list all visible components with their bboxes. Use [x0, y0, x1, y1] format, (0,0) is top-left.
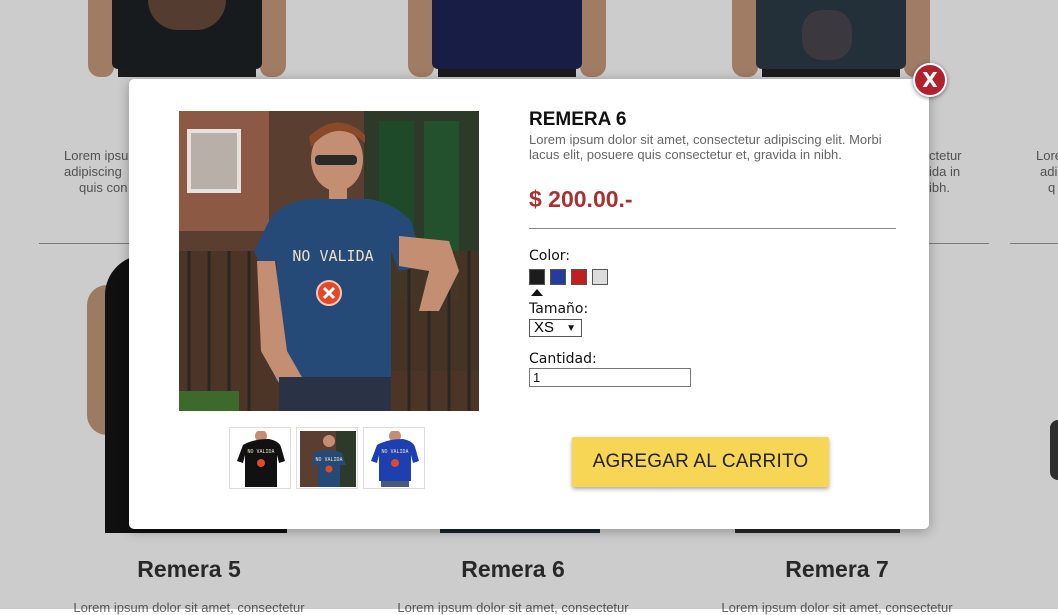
size-select[interactable]: XS ▼: [529, 319, 582, 337]
thumbnail-strip: NO VALIDA NO VALIDA NO VALIDA: [229, 427, 425, 489]
color-swatch-black[interactable]: [529, 269, 545, 296]
shirt-print-text: NO VALIDA: [247, 449, 274, 455]
product-description: Lorem ipsum dolor sit amet, consectetur …: [529, 132, 882, 162]
product-price: $ 200.00.-: [529, 186, 633, 212]
quantity-label: Cantidad:: [529, 351, 597, 367]
thumbnail-blue-shirt-outdoor[interactable]: NO VALIDA: [296, 427, 358, 489]
product-main-image: NO VALIDA: [179, 111, 479, 411]
color-label: Color:: [529, 248, 571, 264]
chevron-down-icon: ▼: [566, 323, 576, 334]
color-swatch-list: [529, 269, 608, 296]
quantity-input[interactable]: 1: [529, 368, 691, 387]
color-swatch-red[interactable]: [571, 269, 587, 285]
size-selected-value: XS: [534, 319, 555, 336]
product-title: REMERA 6: [529, 109, 627, 130]
color-swatch-blue[interactable]: [550, 269, 566, 285]
size-label: Tamaño:: [529, 301, 589, 317]
shirt-print-text: NO VALIDA: [315, 457, 342, 463]
shirt-print-text: NO VALIDA: [292, 247, 373, 265]
thumbnail-royal-blue-shirt[interactable]: NO VALIDA: [363, 427, 425, 489]
close-modal-button[interactable]: X: [913, 63, 947, 97]
add-to-cart-button[interactable]: AGREGAR AL CARRITO: [572, 437, 829, 487]
divider: [529, 228, 896, 229]
shirt-print-text: NO VALIDA: [381, 449, 408, 455]
color-swatch-light-gray[interactable]: [592, 269, 608, 285]
product-quickview-modal: NO VALIDA NO VALIDA NO VALIDA NO VALIDA …: [129, 79, 929, 529]
thumbnail-black-shirt[interactable]: NO VALIDA: [229, 427, 291, 489]
